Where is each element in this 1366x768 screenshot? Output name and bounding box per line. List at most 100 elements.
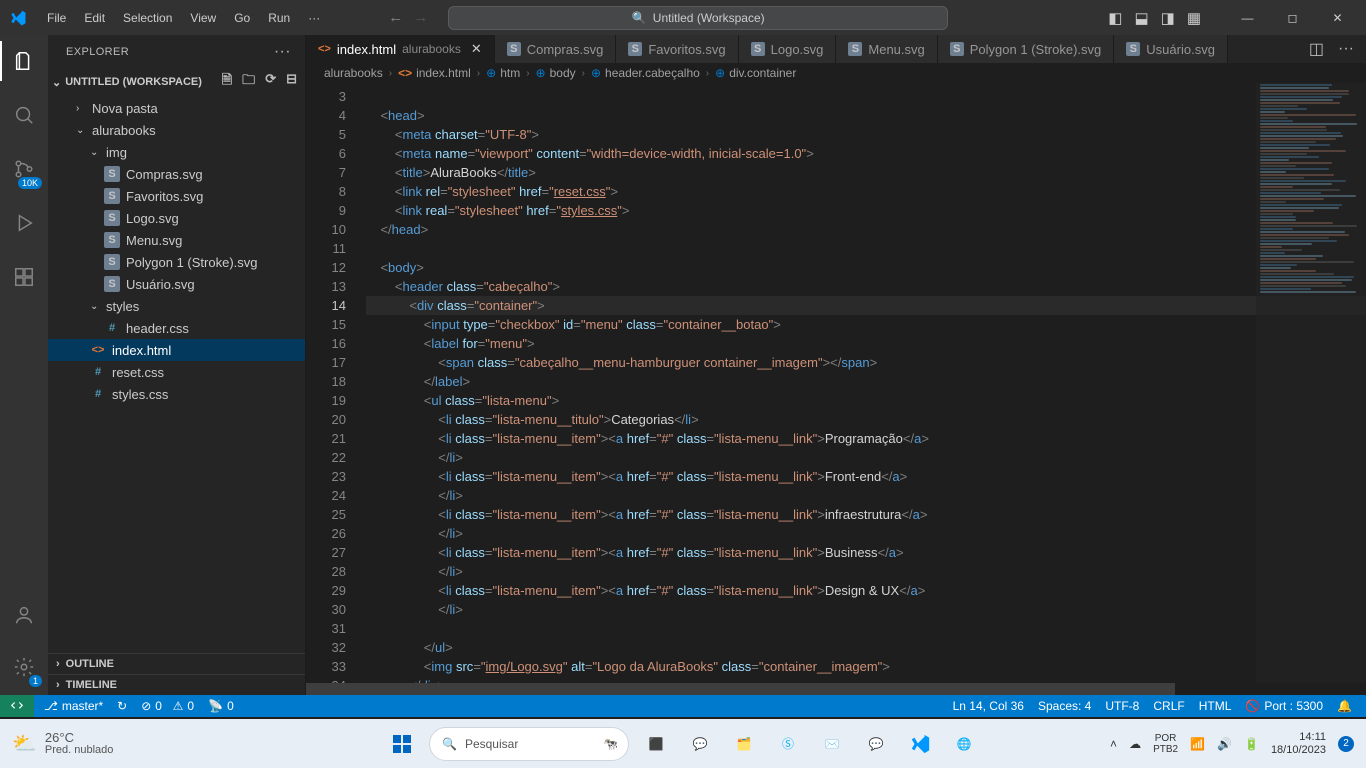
menu-more[interactable]: ··· (300, 5, 328, 31)
menu-view[interactable]: View (182, 5, 224, 31)
command-center[interactable]: 🔍 Untitled (Workspace) (448, 6, 948, 30)
tab-more-icon[interactable]: ··· (1338, 40, 1354, 58)
minimap[interactable] (1256, 83, 1366, 695)
sidebar-more-icon[interactable]: ··· (274, 43, 291, 61)
tray-notifications[interactable]: 2 (1338, 736, 1354, 752)
status-bell-icon[interactable]: 🔔 (1337, 699, 1352, 713)
horizontal-scrollbar[interactable] (306, 683, 1366, 695)
menu-edit[interactable]: Edit (76, 5, 113, 31)
maximize-icon[interactable]: ◻ (1270, 0, 1315, 35)
activity-settings-icon[interactable]: 1 (0, 651, 48, 683)
menu-go[interactable]: Go (226, 5, 258, 31)
file-menu[interactable]: SMenu.svg (48, 229, 305, 251)
file-indexhtml[interactable]: <>index.html (48, 339, 305, 361)
status-eol[interactable]: CRLF (1153, 699, 1184, 713)
taskbar-search[interactable]: 🔍 Pesquisar 🐄 (429, 727, 629, 761)
layout-right-icon[interactable]: ◨ (1161, 9, 1175, 27)
status-ln[interactable]: Ln 14, Col 36 (953, 699, 1024, 713)
menu-run[interactable]: Run (260, 5, 298, 31)
activity-extensions-icon[interactable] (0, 261, 48, 293)
workspace-name: UNTITLED (WORKSPACE) (65, 76, 202, 88)
windows-taskbar: ⛅ 26°CPred. nublado 🔍 Pesquisar 🐄 ⬛ 💬 🗂️… (0, 719, 1366, 768)
tab-favoritos[interactable]: SFavoritos.svg (616, 35, 738, 63)
vscode-icon[interactable] (903, 727, 937, 761)
close-icon[interactable]: ✕ (1315, 0, 1360, 35)
workspace-section[interactable]: ⌄ UNTITLED (WORKSPACE) 🗎 🗀 ⟳ ⊟ (48, 67, 305, 97)
tab-close-icon[interactable]: ✕ (471, 41, 482, 57)
code-lines[interactable]: <head> <meta charset="UTF-8"> <meta name… (366, 83, 1366, 695)
file-favoritos[interactable]: SFavoritos.svg (48, 185, 305, 207)
tray-volume-icon[interactable]: 🔊 (1217, 737, 1232, 751)
layout-bottom-icon[interactable]: ⬓ (1134, 9, 1148, 27)
taskbar-weather[interactable]: ⛅ 26°CPred. nublado (12, 731, 113, 757)
remote-icon[interactable] (0, 695, 34, 717)
explorer-icon[interactable]: 🗂️ (727, 727, 761, 761)
settings-badge: 1 (29, 675, 42, 687)
outlook-icon[interactable]: ✉️ (815, 727, 849, 761)
teams-icon[interactable]: 💬 (683, 727, 717, 761)
file-headercss[interactable]: #header.css (48, 317, 305, 339)
tab-compras[interactable]: SCompras.svg (495, 35, 617, 63)
tray-clock[interactable]: 14:1118/10/2023 (1271, 731, 1326, 757)
tray-onedrive-icon[interactable]: ☁ (1129, 737, 1141, 751)
status-lang[interactable]: HTML (1199, 699, 1232, 713)
tray-battery-icon[interactable]: 🔋 (1244, 737, 1259, 751)
collapse-icon[interactable]: ⊟ (286, 71, 297, 93)
menu-file[interactable]: File (39, 5, 74, 31)
status-problems[interactable]: ⊘ 0 ⚠ 0 (141, 699, 194, 713)
folder-img[interactable]: ⌄img (48, 141, 305, 163)
timeline-section[interactable]: ›TIMELINE (48, 674, 305, 695)
file-stylescss[interactable]: #styles.css (48, 383, 305, 405)
activity-scm-icon[interactable]: 10K (0, 153, 48, 185)
file-usuario[interactable]: SUsuário.svg (48, 273, 305, 295)
file-tree: ›Nova pasta ⌄alurabooks ⌄img SCompras.sv… (48, 97, 305, 405)
status-spaces[interactable]: Spaces: 4 (1038, 699, 1091, 713)
minimize-icon[interactable]: — (1225, 0, 1270, 35)
new-file-icon[interactable]: 🗎 (222, 71, 232, 93)
status-port[interactable]: 🚫 Port : 5300 (1245, 699, 1323, 713)
tab-polygon[interactable]: SPolygon 1 (Stroke).svg (938, 35, 1115, 63)
taskview-icon[interactable]: ⬛ (639, 727, 673, 761)
start-button[interactable] (385, 727, 419, 761)
tray-wifi-icon[interactable]: 📶 (1190, 737, 1205, 751)
tab-menu[interactable]: SMenu.svg (836, 35, 937, 63)
activity-search-icon[interactable] (0, 99, 48, 131)
tray-chevron-icon[interactable]: ˄ (1110, 737, 1117, 751)
status-branch[interactable]: ⎇ master* (44, 699, 103, 713)
refresh-icon[interactable]: ⟳ (265, 71, 276, 93)
status-radio[interactable]: 📡 0 (208, 699, 234, 713)
nav-fwd-icon[interactable]: → (413, 9, 428, 26)
activity-account-icon[interactable] (0, 599, 48, 631)
tab-logo[interactable]: SLogo.svg (739, 35, 837, 63)
whatsapp-icon[interactable]: 💬 (859, 727, 893, 761)
tab-index[interactable]: <>index.html alurabooks✕ (306, 35, 495, 63)
status-sync[interactable]: ↻ (117, 699, 127, 713)
breadcrumbs[interactable]: alurabooks› <> index.html› ⊕ htm› ⊕ body… (306, 63, 1366, 83)
layout-grid-icon[interactable]: ▦ (1187, 9, 1201, 27)
file-resetcss[interactable]: #reset.css (48, 361, 305, 383)
activity-debug-icon[interactable] (0, 207, 48, 239)
folder-styles[interactable]: ⌄styles (48, 295, 305, 317)
file-polygon[interactable]: SPolygon 1 (Stroke).svg (48, 251, 305, 273)
tab-usuario[interactable]: SUsuário.svg (1114, 35, 1228, 63)
search-icon: 🔍 (442, 737, 457, 751)
new-folder-icon[interactable]: 🗀 (242, 71, 255, 93)
split-editor-icon[interactable]: ◫ (1309, 39, 1324, 59)
file-compras[interactable]: SCompras.svg (48, 163, 305, 185)
layout-left-icon[interactable]: ◧ (1108, 9, 1122, 27)
status-enc[interactable]: UTF-8 (1105, 699, 1139, 713)
code-editor[interactable]: 3456789101112131415161718192021222324252… (306, 83, 1366, 695)
outline-section[interactable]: ›OUTLINE (48, 653, 305, 674)
sidebar-explorer: EXPLORER ··· ⌄ UNTITLED (WORKSPACE) 🗎 🗀 … (48, 35, 306, 695)
nav-back-icon[interactable]: ← (388, 9, 403, 26)
editor-tabs: <>index.html alurabooks✕ SCompras.svg SF… (306, 35, 1366, 63)
chrome-icon[interactable]: 🌐 (947, 727, 981, 761)
folder-alurabooks[interactable]: ⌄alurabooks (48, 119, 305, 141)
line-gutter: 3456789101112131415161718192021222324252… (306, 83, 366, 695)
skype-icon[interactable]: Ⓢ (771, 727, 805, 761)
folder-novapasta[interactable]: ›Nova pasta (48, 97, 305, 119)
activity-explorer-icon[interactable] (0, 45, 48, 77)
activity-bar: 10K 1 (0, 35, 48, 695)
menu-selection[interactable]: Selection (115, 5, 180, 31)
file-logo[interactable]: SLogo.svg (48, 207, 305, 229)
